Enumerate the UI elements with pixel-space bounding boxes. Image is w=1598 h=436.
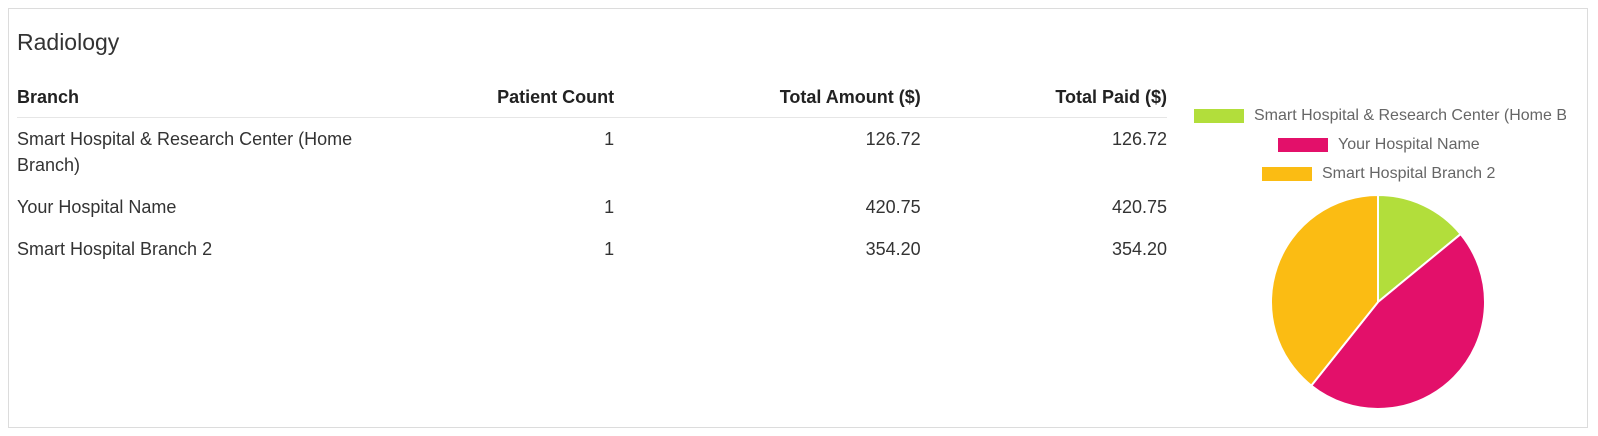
panel-title: Radiology (17, 29, 120, 55)
pie-chart (1270, 193, 1486, 410)
col-header-total-paid[interactable]: Total Paid ($) (920, 79, 1167, 118)
cell-branch: Smart Hospital Branch 2 (17, 238, 213, 259)
cell-total-paid: 126.72 (1111, 128, 1167, 149)
cell-total-amount: 354.20 (865, 238, 921, 259)
legend-item-branch-2[interactable]: Smart Hospital Branch 2 (1194, 159, 1566, 188)
cell-total-paid: 420.75 (1111, 196, 1167, 217)
cell-total-amount: 420.75 (865, 196, 921, 217)
legend-swatch (1194, 108, 1244, 123)
cell-total-paid: 354.20 (1111, 238, 1167, 259)
col-header-patient-count[interactable]: Patient Count (388, 79, 615, 118)
cell-branch: Smart Hospital & Research Center (Home B… (17, 128, 353, 175)
legend-label: Smart Hospital Branch 2 (1322, 164, 1496, 182)
cell-patient-count: 1 (604, 196, 615, 217)
legend-swatch (1262, 166, 1312, 181)
legend-item-home-branch[interactable]: Smart Hospital & Research Center (Home B… (1194, 101, 1566, 130)
table-row: Smart Hospital & Research Center (Home B… (17, 117, 1167, 186)
cell-patient-count: 1 (604, 128, 615, 149)
radiology-panel: Radiology Branch Patient Count Total Amo… (8, 8, 1588, 428)
col-header-total-amount[interactable]: Total Amount ($) (614, 79, 921, 118)
legend-label: Your Hospital Name (1338, 135, 1480, 153)
cell-total-amount: 126.72 (865, 128, 921, 149)
cell-patient-count: 1 (604, 238, 615, 259)
radiology-table: Branch Patient Count Total Amount ($) To… (17, 79, 1167, 270)
col-header-branch[interactable]: Branch (17, 79, 389, 118)
table-header-row: Branch Patient Count Total Amount ($) To… (17, 79, 1167, 118)
table-row: Smart Hospital Branch 2 1 354.20 354.20 (17, 228, 1167, 270)
legend-item-your-hospital[interactable]: Your Hospital Name (1194, 130, 1566, 159)
cell-branch: Your Hospital Name (17, 196, 177, 217)
chart-legend: Smart Hospital & Research Center (Home B… (1194, 101, 1566, 188)
legend-label: Smart Hospital & Research Center (Home B… (1254, 106, 1566, 124)
legend-swatch (1278, 137, 1328, 152)
table-row: Your Hospital Name 1 420.75 420.75 (17, 186, 1167, 228)
